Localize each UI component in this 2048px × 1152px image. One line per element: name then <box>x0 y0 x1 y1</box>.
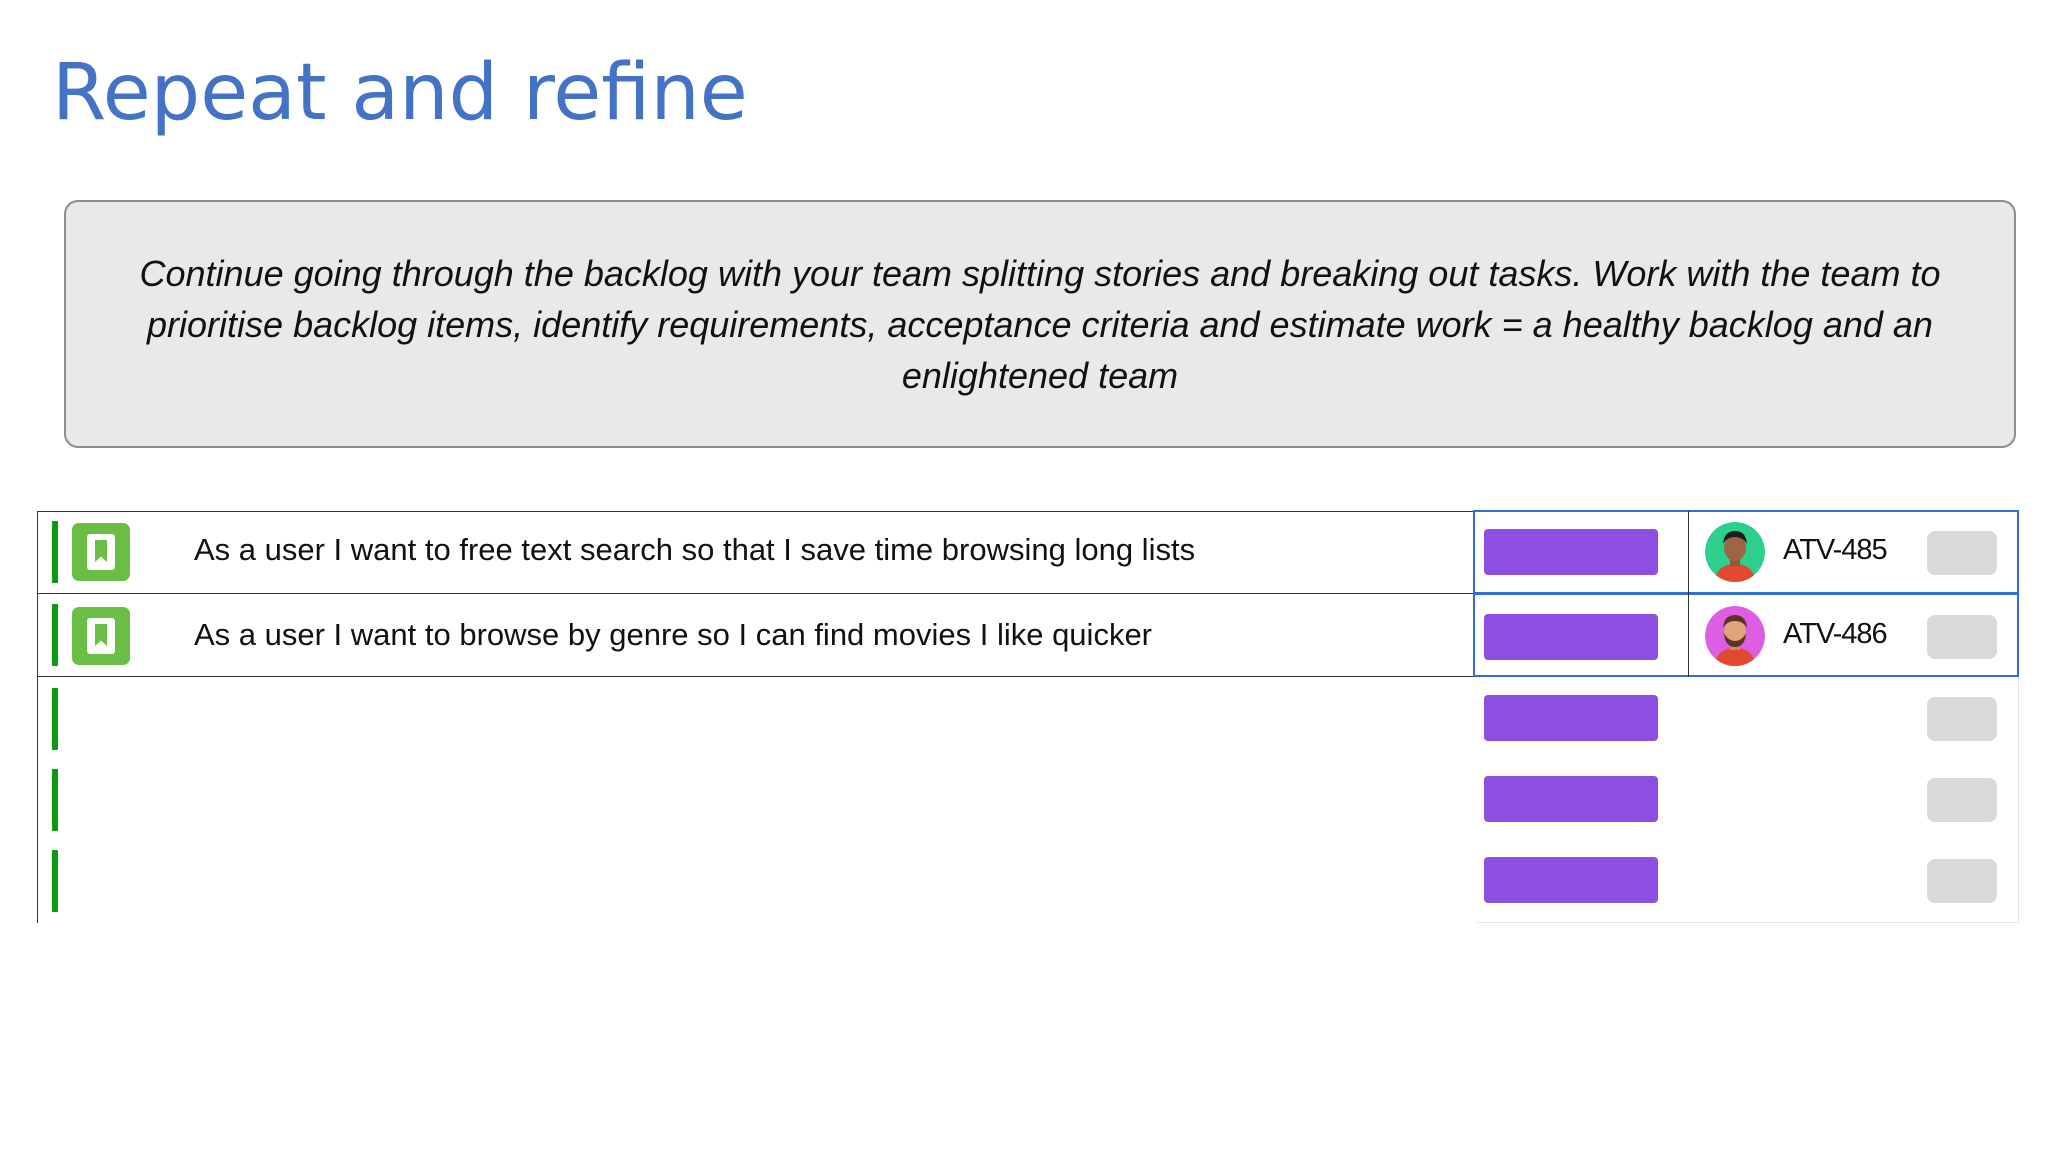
bookmark-icon <box>72 607 130 665</box>
estimate-chip[interactable] <box>1927 615 1997 659</box>
status-pill[interactable] <box>1484 529 1658 575</box>
estimate-chip[interactable] <box>1927 778 1997 822</box>
table-bottom-edge <box>1477 922 2019 923</box>
bookmark-icon <box>72 523 130 581</box>
ticket-key[interactable]: ATV-486 <box>1783 616 1888 652</box>
instruction-callout: Continue going through the backlog with … <box>64 200 2016 448</box>
story-summary[interactable]: As a user I want to browse by genre so I… <box>194 615 1152 655</box>
avatar-man-green[interactable] <box>1705 522 1765 582</box>
ticket-key[interactable]: ATV-485 <box>1783 532 1888 568</box>
slide-title: Repeat and refine <box>52 48 748 138</box>
backlog-board: As a user I want to free text search so … <box>37 510 2019 923</box>
status-pill[interactable] <box>1484 695 1658 741</box>
estimate-chip[interactable] <box>1927 859 1997 903</box>
avatar-man-pink[interactable] <box>1705 606 1765 666</box>
status-pill[interactable] <box>1484 857 1658 903</box>
priority-bar <box>52 604 58 666</box>
status-pill[interactable] <box>1484 776 1658 822</box>
column-divider <box>1688 511 1689 677</box>
estimate-chip[interactable] <box>1927 697 1997 741</box>
table-left-edge <box>37 677 38 923</box>
story-summary[interactable]: As a user I want to free text search so … <box>194 530 1195 570</box>
priority-bar <box>52 688 58 750</box>
priority-bar <box>52 769 58 831</box>
priority-bar <box>52 521 58 583</box>
callout-text: Continue going through the backlog with … <box>139 252 1941 396</box>
table-right-edge <box>2018 677 2019 923</box>
priority-bar <box>52 850 58 912</box>
estimate-chip[interactable] <box>1927 531 1997 575</box>
status-pill[interactable] <box>1484 614 1658 660</box>
